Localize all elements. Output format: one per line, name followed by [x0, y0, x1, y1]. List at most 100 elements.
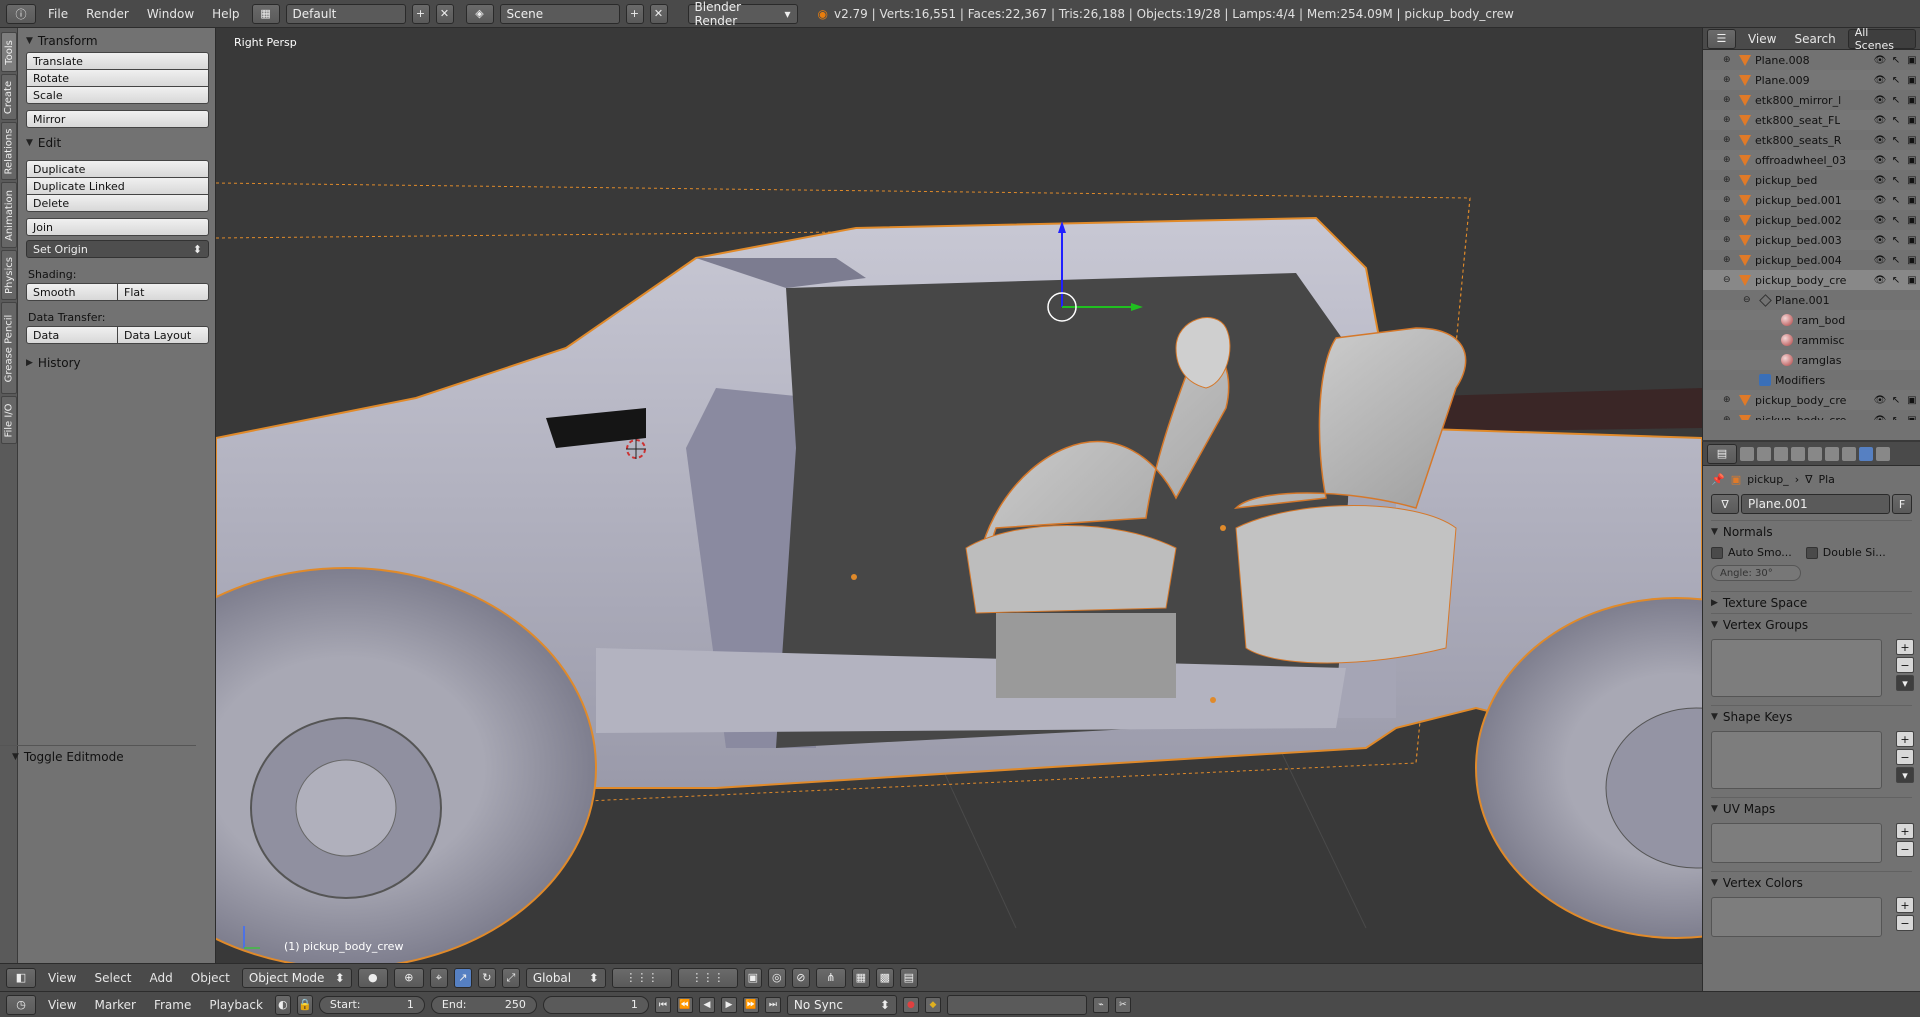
selectable-arrow-icon[interactable]: ↖: [1890, 54, 1902, 66]
remove-scene-icon[interactable]: ✕: [649, 3, 668, 24]
selectable-arrow-icon[interactable]: ↖: [1890, 394, 1902, 406]
timeline-menu-playback[interactable]: Playback: [203, 998, 269, 1012]
outliner-row[interactable]: ⊖ Plane.001: [1703, 290, 1920, 310]
shape-key-specials-button[interactable]: ▾: [1896, 767, 1914, 783]
render-camera-icon[interactable]: ▣: [1906, 394, 1918, 406]
outliner-row[interactable]: ⊕ pickup_bed.003 👁 ↖ ▣: [1703, 230, 1920, 250]
viewport-shading-icon[interactable]: ●: [357, 967, 388, 988]
timeline-menu-marker[interactable]: Marker: [88, 998, 141, 1012]
viewport-menu-view[interactable]: View: [42, 971, 82, 985]
jump-keyframe-back-icon[interactable]: ⏪: [676, 996, 693, 1013]
outliner-row[interactable]: ⊕ Plane.008 👁 ↖ ▣: [1703, 50, 1920, 70]
texture-space-panel-header[interactable]: ▶ Texture Space: [1711, 591, 1912, 613]
expand-toggle-icon[interactable]: ⊕: [1723, 175, 1735, 185]
selectable-arrow-icon[interactable]: ↖: [1890, 94, 1902, 106]
scale-button[interactable]: Scale: [26, 86, 209, 104]
render-camera-icon[interactable]: ▣: [1906, 414, 1918, 421]
selectable-arrow-icon[interactable]: ↖: [1890, 274, 1902, 286]
translate-button[interactable]: Translate: [26, 52, 209, 70]
scale-manipulator-icon[interactable]: ⤢: [501, 967, 520, 988]
visibility-eye-icon[interactable]: 👁: [1874, 414, 1887, 421]
fake-user-button[interactable]: F: [1892, 494, 1912, 514]
outliner-row[interactable]: ⊕ etk800_seat_FL 👁 ↖ ▣: [1703, 110, 1920, 130]
rotate-manipulator-icon[interactable]: ↻: [477, 967, 496, 988]
pivot-point-icon[interactable]: ⊕: [393, 967, 424, 988]
render-camera-icon[interactable]: ▣: [1906, 234, 1918, 246]
transform-panel-header[interactable]: ▼ Transform: [26, 30, 209, 52]
tab-physics[interactable]: Physics: [1, 250, 17, 300]
expand-toggle-icon[interactable]: ⊕: [1723, 75, 1735, 85]
selectable-arrow-icon[interactable]: ↖: [1890, 174, 1902, 186]
tab-relations[interactable]: Relations: [1, 122, 17, 180]
properties-editor-type-icon[interactable]: ▤: [1707, 443, 1737, 464]
layers-tab-icon[interactable]: [1757, 446, 1771, 461]
jump-start-icon[interactable]: ⏮: [654, 996, 671, 1013]
remove-shape-key-button[interactable]: −: [1896, 749, 1914, 765]
tab-tools[interactable]: Tools: [1, 32, 17, 72]
expand-toggle-icon[interactable]: ⊖: [1723, 275, 1735, 285]
outliner-row[interactable]: ⊕ etk800_mirror_l 👁 ↖ ▣: [1703, 90, 1920, 110]
scene-selector[interactable]: Scene: [499, 3, 620, 24]
duplicate-linked-button[interactable]: Duplicate Linked: [26, 177, 209, 195]
expand-toggle-icon[interactable]: ⊕: [1723, 215, 1735, 225]
scene-layers-2-icon[interactable]: ⋮⋮⋮: [677, 967, 738, 988]
outliner-row[interactable]: ⊕ pickup_bed.002 👁 ↖ ▣: [1703, 210, 1920, 230]
visibility-eye-icon[interactable]: 👁: [1874, 214, 1887, 226]
outliner-row[interactable]: ⊕ pickup_body_cre 👁 ↖ ▣: [1703, 390, 1920, 410]
remove-layout-icon[interactable]: ✕: [435, 3, 454, 24]
timeline-menu-frame[interactable]: Frame: [148, 998, 197, 1012]
selectable-arrow-icon[interactable]: ↖: [1890, 214, 1902, 226]
keying-set-icon[interactable]: ◆: [924, 996, 941, 1013]
expand-toggle-icon[interactable]: ⊕: [1723, 415, 1735, 420]
outliner-menu-view[interactable]: View: [1742, 32, 1782, 46]
timeline-editor-type-icon[interactable]: ◷: [6, 994, 36, 1015]
transform-orientation-selector[interactable]: Global ⬍: [525, 967, 606, 988]
render-camera-icon[interactable]: ▣: [1906, 254, 1918, 266]
expand-toggle-icon[interactable]: ⊕: [1723, 55, 1735, 65]
timeline-menu-view[interactable]: View: [42, 998, 82, 1012]
visibility-eye-icon[interactable]: 👁: [1874, 394, 1887, 406]
shape-keys-list[interactable]: [1711, 731, 1882, 789]
delete-button[interactable]: Delete: [26, 194, 209, 212]
vertex-colors-panel-header[interactable]: ▼ Vertex Colors: [1711, 871, 1912, 893]
set-origin-dropdown[interactable]: Set Origin ⬍: [26, 240, 209, 258]
render-camera-icon[interactable]: ▣: [1906, 114, 1918, 126]
visibility-eye-icon[interactable]: 👁: [1874, 174, 1887, 186]
vertex-group-specials-button[interactable]: ▾: [1896, 675, 1914, 691]
proportional-edit-icon[interactable]: ◎: [767, 967, 786, 988]
smooth-button[interactable]: Smooth: [26, 283, 118, 301]
outliner-row[interactable]: ⊕ etk800_seats_R 👁 ↖ ▣: [1703, 130, 1920, 150]
viewport-menu-add[interactable]: Add: [144, 971, 179, 985]
snap-toggle-icon[interactable]: ⊘: [791, 967, 810, 988]
visibility-eye-icon[interactable]: 👁: [1874, 74, 1887, 86]
sync-mode-selector[interactable]: No Sync ⬍: [786, 994, 897, 1015]
add-vertex-group-button[interactable]: +: [1896, 639, 1914, 655]
pin-icon[interactable]: 📌: [1711, 473, 1725, 486]
tab-file-io[interactable]: File I/O: [1, 396, 17, 444]
viewport-editor-type-icon[interactable]: ◧: [6, 967, 36, 988]
remove-vertex-group-button[interactable]: −: [1896, 657, 1914, 673]
visibility-eye-icon[interactable]: 👁: [1874, 274, 1887, 286]
play-reverse-icon[interactable]: ◀: [698, 996, 715, 1013]
expand-toggle-icon[interactable]: ⊕: [1723, 95, 1735, 105]
expand-toggle-icon[interactable]: ⊕: [1723, 195, 1735, 205]
edit-panel-header[interactable]: ▼ Edit: [26, 132, 209, 154]
opengl-render-anim-icon[interactable]: ▩: [875, 967, 894, 988]
add-layout-icon[interactable]: +: [411, 3, 430, 24]
outliner-row[interactable]: ⊕ pickup_bed.004 👁 ↖ ▣: [1703, 250, 1920, 270]
mesh-datablock-name[interactable]: Plane.001: [1741, 494, 1890, 514]
render-camera-icon[interactable]: ▣: [1906, 134, 1918, 146]
record-icon[interactable]: ●: [902, 996, 919, 1013]
flat-button[interactable]: Flat: [117, 283, 209, 301]
selectable-arrow-icon[interactable]: ↖: [1890, 134, 1902, 146]
render-camera-icon[interactable]: ▣: [1906, 94, 1918, 106]
visibility-eye-icon[interactable]: 👁: [1874, 134, 1887, 146]
selectable-arrow-icon[interactable]: ↖: [1890, 414, 1902, 421]
render-camera-icon[interactable]: ▣: [1906, 214, 1918, 226]
vertex-colors-list[interactable]: [1711, 897, 1882, 937]
tab-animation[interactable]: Animation: [1, 182, 17, 248]
add-scene-icon[interactable]: +: [625, 3, 644, 24]
visibility-eye-icon[interactable]: 👁: [1874, 154, 1887, 166]
tab-grease-pencil[interactable]: Grease Pencil: [1, 302, 17, 394]
expand-toggle-icon[interactable]: ⊕: [1723, 255, 1735, 265]
